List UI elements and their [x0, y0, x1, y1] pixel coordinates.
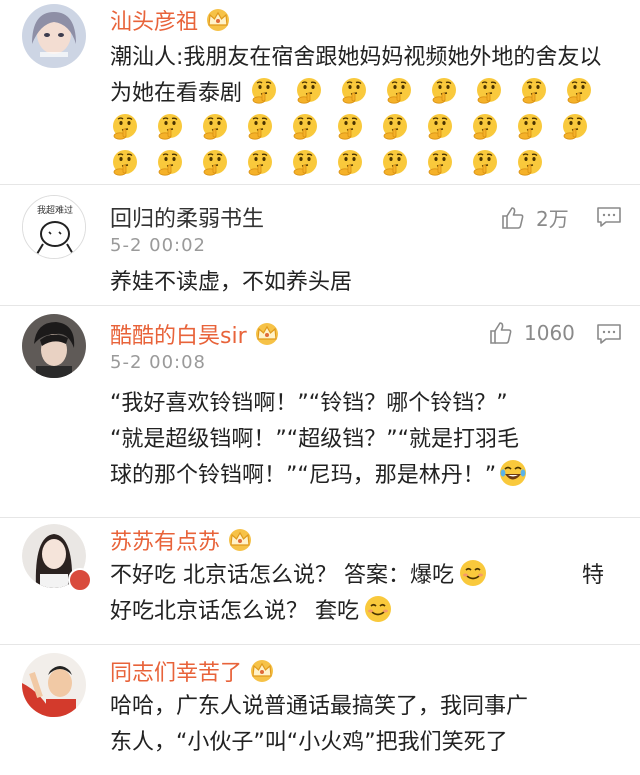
- username[interactable]: 酷酷的白昊sir: [110, 318, 247, 350]
- svg-text:我超难过: 我超难过: [37, 204, 73, 216]
- comment-time: 5-2 00:08: [110, 352, 206, 373]
- verified-badge: [68, 568, 92, 592]
- like-count: 2万: [536, 207, 569, 231]
- thinking-face-icon: [384, 76, 414, 106]
- like-button[interactable]: 1060: [488, 320, 575, 346]
- thinking-face-icon: [474, 76, 504, 106]
- avatar[interactable]: [22, 4, 86, 68]
- crown-icon: [204, 8, 232, 32]
- thinking-face-icon: [515, 148, 545, 178]
- avatar[interactable]: [22, 524, 92, 592]
- thinking-face-icon: [515, 112, 545, 142]
- crown-icon: [248, 659, 276, 683]
- comment-2: 我超难过 回归的柔弱书生 5-2 00:02 2万 养娃不读虚，不如养头居: [0, 185, 640, 306]
- comment-icon[interactable]: [596, 322, 622, 346]
- comment-5: 同志们幸苦了 哈哈，广东人说普通话最搞笑了，我同事广 东人，“小伙子”叫“小火鸡…: [0, 645, 640, 775]
- thinking-face-icon: [155, 148, 185, 178]
- thinking-face-icon: [200, 112, 230, 142]
- thinking-face-icon: [564, 76, 594, 106]
- comment-text: 潮汕人:我朋友在宿舍跟她妈妈视频她外地的舍友以为她在看泰剧: [110, 40, 614, 184]
- comment-1: 汕头彦祖 潮汕人:我朋友在宿舍跟她妈妈视频她外地的舍友以为她在看泰剧: [0, 0, 640, 185]
- avatar[interactable]: [22, 314, 86, 378]
- comment-text: “我好喜欢铃铛啊！”“铃铛？哪个铃铛？” “就是超级铛啊！”“超级铛？”“就是打…: [110, 386, 614, 494]
- thinking-face-icon: [245, 112, 275, 142]
- thinking-face-icon: [425, 112, 455, 142]
- smiling-face-icon: [458, 558, 488, 588]
- thinking-face-icon: [335, 112, 365, 142]
- username[interactable]: 同志们幸苦了: [110, 655, 242, 687]
- comment-text: 不好吃 北京话怎么说？ 答案：爆吃 特 好吃北京话怎么说？ 套吃: [110, 558, 614, 630]
- thinking-face-icon: [380, 112, 410, 142]
- crown-icon: [226, 528, 254, 552]
- username[interactable]: 回归的柔弱书生: [110, 201, 264, 233]
- thinking-face-icon: [425, 148, 455, 178]
- thumbs-up-icon: [488, 320, 514, 346]
- crown-icon: [253, 322, 281, 346]
- comment-text: 哈哈，广东人说普通话最搞笑了，我同事广 东人，“小伙子”叫“小火鸡”把我们笑死了: [110, 694, 529, 755]
- thumbs-up-icon: [500, 205, 526, 231]
- comment-4: 苏苏有点苏 不好吃 北京话怎么说？ 答案：爆吃 特 好吃北京话怎么说？ 套吃: [0, 518, 640, 645]
- thinking-face-icon: [245, 148, 275, 178]
- comment-text: 养娃不读虚，不如养头居: [110, 270, 353, 295]
- thinking-face-icon: [110, 112, 140, 142]
- avatar[interactable]: [22, 653, 86, 717]
- thinking-face-icon: [519, 76, 549, 106]
- username[interactable]: 汕头彦祖: [110, 4, 198, 36]
- like-button[interactable]: 2万: [500, 203, 569, 232]
- thinking-face-icon: [110, 148, 140, 178]
- username[interactable]: 苏苏有点苏: [110, 524, 220, 556]
- like-count: 1060: [524, 321, 575, 345]
- comment-3: 酷酷的白昊sir 5-2 00:08 1060 “我好喜欢铃铛啊！”“铃铛？哪个…: [0, 306, 640, 518]
- thinking-face-icon: [470, 112, 500, 142]
- thinking-face-icon: [470, 148, 500, 178]
- thinking-face-icon: [290, 148, 320, 178]
- thinking-face-icon: [290, 112, 320, 142]
- comment-icon[interactable]: [596, 205, 622, 229]
- thinking-face-icon: [294, 76, 324, 106]
- thinking-face-icon: [249, 76, 279, 106]
- thinking-face-icon: [335, 148, 365, 178]
- thinking-face-icon: [339, 76, 369, 106]
- smiling-face-icon: [363, 594, 393, 624]
- avatar[interactable]: 我超难过: [22, 195, 86, 259]
- thinking-face-icon: [200, 148, 230, 178]
- thinking-face-icon: [560, 112, 590, 142]
- thinking-face-icon: [155, 112, 185, 142]
- tears-of-joy-icon: [498, 458, 528, 488]
- thinking-face-icon: [429, 76, 459, 106]
- thinking-face-icon: [380, 148, 410, 178]
- comment-time: 5-2 00:02: [110, 235, 206, 256]
